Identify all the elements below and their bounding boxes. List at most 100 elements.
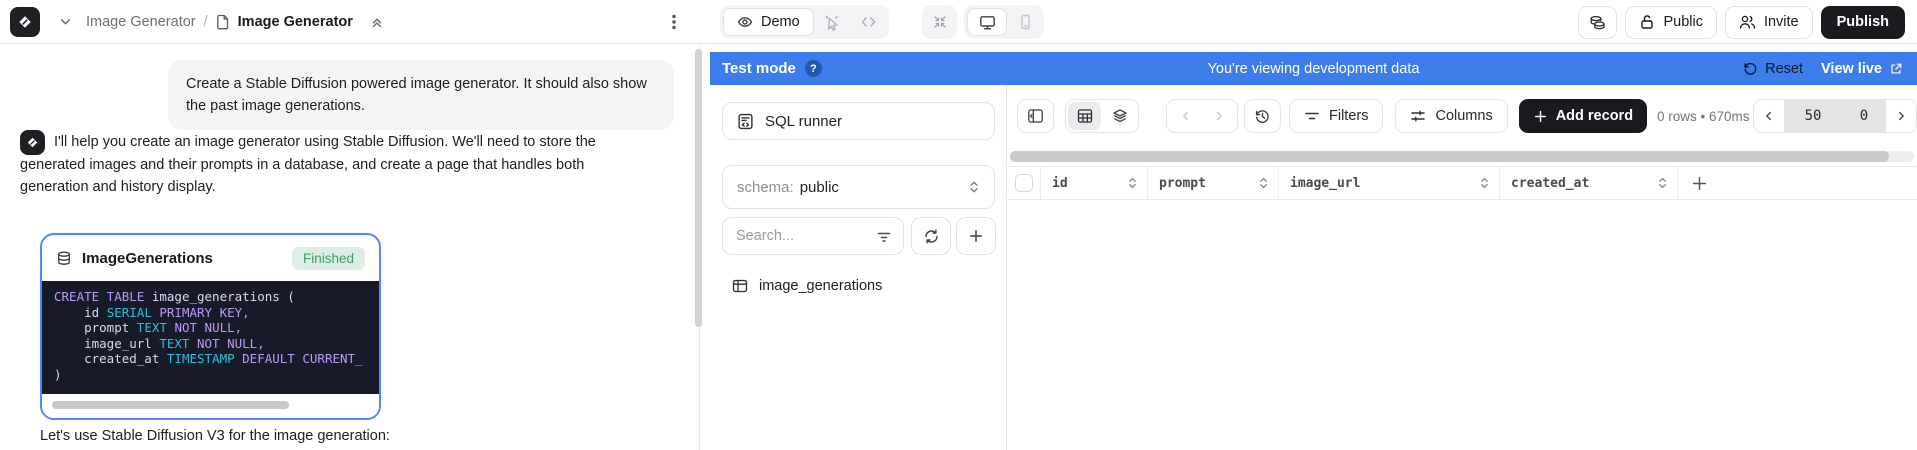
column-header-prompt[interactable]: prompt (1148, 167, 1279, 199)
user-message-bubble: Create a Stable Diffusion powered image … (168, 60, 674, 130)
sql-runner-button[interactable]: SQL runner (722, 102, 995, 140)
schema-select[interactable]: schema: public (722, 165, 995, 209)
table-card-header: ImageGenerations Finished (42, 235, 379, 281)
columns-button[interactable]: Columns (1395, 99, 1507, 133)
filters-button[interactable]: Filters (1289, 99, 1383, 133)
chevron-right-icon (1894, 109, 1908, 123)
add-record-button[interactable]: Add record (1519, 99, 1647, 133)
code-line: created_at TIMESTAMP DEFAULT CURRENT_ (54, 351, 367, 367)
mobile-view-button[interactable] (1009, 8, 1041, 36)
table-name: image_generations (759, 278, 882, 294)
column-header-image_url[interactable]: image_url (1279, 167, 1500, 199)
next-page-button[interactable] (1202, 102, 1235, 130)
reset-label: Reset (1765, 61, 1803, 77)
collapse-chat-icon[interactable] (365, 10, 389, 34)
plus-icon (1533, 109, 1548, 124)
demo-mode-label: Demo (761, 14, 800, 30)
preview-panel: Test mode ? You're viewing development d… (710, 44, 1917, 450)
search-filter-icon[interactable] (876, 228, 892, 244)
database-sidebar: SQL runner schema: public image_generati… (710, 85, 1007, 450)
select-all-checkbox[interactable] (1015, 174, 1033, 192)
code-scrollbar-track (42, 394, 379, 418)
select-mode-button[interactable] (816, 8, 850, 36)
code-line: ) (54, 367, 367, 383)
code-mode-button[interactable] (852, 8, 886, 36)
sql-file-icon (737, 113, 754, 130)
app-logo[interactable] (10, 7, 40, 37)
columns-label: Columns (1435, 108, 1492, 124)
page-next-button[interactable] (1886, 100, 1916, 132)
test-mode-banner: Test mode ? You're viewing development d… (710, 52, 1917, 85)
schema-select-label: schema: (737, 179, 794, 196)
history-button[interactable] (1244, 99, 1281, 133)
compress-icon (932, 14, 948, 30)
overflow-menu-button[interactable] (662, 10, 686, 34)
grid-toolbar: Filters Columns Add record 0 rows • 670m… (1017, 99, 1917, 133)
app-window: Image Generator / Image Generator Demo (0, 0, 1917, 450)
demo-mode-button[interactable]: Demo (723, 8, 814, 36)
table-grid-icon (1077, 108, 1093, 124)
plus-icon (968, 228, 984, 244)
user-message-text: Create a Stable Diffusion powered image … (186, 76, 647, 114)
header-left: Image Generator / Image Generator (10, 0, 389, 43)
page-prev-button[interactable] (1754, 100, 1784, 132)
help-badge[interactable]: ? (805, 60, 822, 77)
add-table-button[interactable] (956, 217, 996, 255)
refresh-tables-button[interactable] (911, 217, 951, 255)
publish-button[interactable]: Publish (1821, 6, 1905, 39)
code-line: prompt TEXT NOT NULL, (54, 320, 367, 336)
logo-diamond-icon (16, 13, 34, 31)
toggle-sidebar-button[interactable] (1017, 99, 1054, 133)
table-list-item-image_generations[interactable]: image_generations (722, 271, 998, 301)
column-header-created_at[interactable]: created_at (1500, 167, 1678, 199)
code-icon (860, 14, 877, 30)
invite-button[interactable]: Invite (1725, 6, 1813, 39)
eye-icon (737, 14, 753, 30)
table-creation-card[interactable]: ImageGenerations Finished CREATE TABLE i… (40, 233, 381, 420)
column-header-id[interactable]: id (1041, 167, 1148, 199)
view-live-link[interactable]: View live (1821, 61, 1903, 77)
grid-header-row: id prompt image_urlcreated_at (1007, 166, 1917, 200)
reset-button[interactable]: Reset (1743, 61, 1803, 77)
banner-message: You're viewing development data (1208, 61, 1420, 77)
history-icon (1254, 108, 1271, 125)
mode-switcher: Demo (720, 5, 889, 39)
desktop-view-button[interactable] (967, 8, 1007, 36)
page-size-values: 50 0 (1784, 100, 1886, 132)
workspace-chevron-down-icon[interactable] (53, 10, 77, 34)
header-right: Public Invite Publish (1578, 5, 1905, 39)
add-column-button[interactable] (1678, 167, 1917, 199)
grid-horizontal-scrollbar-thumb[interactable] (1010, 151, 1889, 162)
public-visibility-button[interactable]: Public (1625, 6, 1717, 39)
code-line: image_url TEXT NOT NULL, (54, 336, 367, 352)
table-card-title: ImageGenerations (82, 250, 213, 267)
refresh-icon (923, 228, 940, 245)
code-scrollbar-thumb[interactable] (52, 401, 289, 409)
kebab-icon (666, 13, 682, 31)
page-offset-value[interactable]: 0 (1842, 108, 1886, 124)
table-view-button[interactable] (1068, 102, 1101, 130)
credits-button[interactable] (1578, 6, 1617, 39)
test-mode-label: Test mode (722, 60, 796, 77)
code-line: CREATE TABLE image_generations ( (54, 289, 367, 305)
page-size-value[interactable]: 50 (1784, 108, 1842, 124)
lock-open-icon (1639, 14, 1655, 30)
page-size-control: 50 0 (1753, 99, 1917, 133)
grid-horizontal-scrollbar (1010, 151, 1914, 162)
add-record-label: Add record (1556, 108, 1633, 124)
database-icon (56, 250, 72, 267)
breadcrumb-app[interactable]: Image Generator (86, 14, 196, 30)
row-pagination-arrows (1166, 99, 1238, 133)
invite-label: Invite (1764, 14, 1799, 30)
chat-scrollbar[interactable] (695, 49, 702, 327)
breadcrumb-page[interactable]: Image Generator (238, 14, 353, 30)
collapse-preview-button[interactable] (922, 5, 957, 39)
code-line: id SERIAL PRIMARY KEY, (54, 305, 367, 321)
document-icon (216, 14, 230, 30)
reset-icon (1743, 61, 1758, 76)
coins-icon (1589, 14, 1606, 31)
schema-view-button[interactable] (1103, 102, 1136, 130)
prev-page-button[interactable] (1169, 102, 1202, 130)
column-label: prompt (1159, 176, 1206, 191)
breadcrumb: Image Generator / Image Generator (86, 10, 389, 34)
